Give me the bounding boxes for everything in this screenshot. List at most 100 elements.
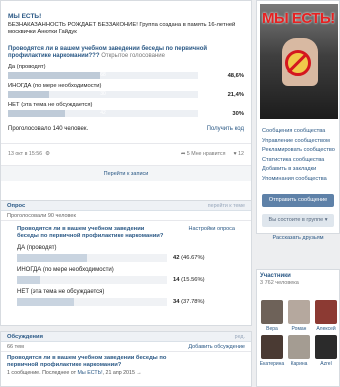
discussion-meta-prefix: 1 сообщение. Последнее от bbox=[7, 370, 77, 376]
community-photo-text: МЫ ЕСТЬ! bbox=[262, 10, 335, 27]
poll-question[interactable]: Проводятся ли в вашем учебном заведении … bbox=[17, 226, 167, 240]
poll-option-count: 14 bbox=[173, 277, 180, 283]
link-community-stats[interactable]: Статистика сообщества bbox=[262, 156, 336, 166]
post-description: БЕЗНАКАЗАННОСТЬ РОЖДАЕТ БЕЗЗАКОНИЕ! Груп… bbox=[8, 22, 236, 35]
member-name: Алексей bbox=[316, 326, 336, 332]
link-community-messages[interactable]: Сообщения сообщества bbox=[262, 127, 336, 137]
poll-option-pct: (37.78%) bbox=[181, 299, 205, 305]
tell-friends-link[interactable]: Рассказать друзьям bbox=[260, 235, 336, 241]
heart-icon: ♥ bbox=[233, 151, 237, 157]
avatar bbox=[288, 300, 310, 324]
goto-topic-link[interactable]: перейти к теме bbox=[208, 203, 245, 209]
link-manage-community[interactable]: Управление сообществом bbox=[262, 137, 336, 147]
members-title[interactable]: Участники bbox=[260, 273, 336, 279]
like-button[interactable]: ♥ 12 bbox=[233, 151, 244, 157]
link-community-mentions[interactable]: Упоминания сообщества bbox=[262, 175, 336, 185]
avatar bbox=[315, 335, 337, 359]
avatar bbox=[261, 335, 283, 359]
poll-card-title[interactable]: Опрос bbox=[7, 203, 25, 209]
discussion-topic-title[interactable]: Проводятся ли в вашем учебном заведении … bbox=[1, 352, 181, 369]
post-author[interactable]: МЫ ЕСТЬ! bbox=[8, 13, 244, 20]
sidebar: МЫ ЕСТЬ! Сообщения сообщества Управление… bbox=[256, 0, 340, 387]
discussions-subheader: 66 тем Добавить обсуждение bbox=[1, 342, 251, 352]
poll-option-pct: (46.67%) bbox=[181, 255, 205, 261]
poll-bar-fill bbox=[17, 254, 87, 262]
community-actions-list: Сообщения сообщества Управление сообщест… bbox=[260, 127, 336, 185]
add-discussion-link[interactable]: Добавить обсуждение bbox=[188, 344, 245, 350]
post-date[interactable]: 13 окт в 15:56 bbox=[8, 151, 42, 157]
poll-settings-link[interactable]: Настройки опроса bbox=[189, 226, 235, 240]
goto-records-button[interactable]: Перейти к записи bbox=[1, 165, 251, 181]
member-item[interactable]: Azrel bbox=[314, 335, 338, 367]
members-grid: Вера Роман Алексей Екатерина Карина Azre… bbox=[260, 300, 338, 367]
poll-option-label: ИНОГДА (по мере необходимости) bbox=[17, 267, 114, 273]
link-add-bookmark[interactable]: Добавить в закладки bbox=[262, 165, 336, 175]
member-item[interactable]: Алексей bbox=[314, 300, 338, 332]
member-name: Карина bbox=[290, 361, 308, 367]
discussions-title[interactable]: Обсуждения bbox=[7, 334, 43, 340]
discussion-last-date: , 21 апр 2015 bbox=[102, 370, 135, 376]
wall-post-card: МЫ ЕСТЬ! БЕЗНАКАЗАННОСТЬ РОЖДАЕТ БЕЗЗАКО… bbox=[0, 0, 252, 208]
post-poll-bar-count: 42 bbox=[100, 110, 106, 116]
post-poll-option-label: ИНОГДА (по мере необходимости) bbox=[8, 83, 102, 89]
link-advertise-community[interactable]: Рекламировать сообщество bbox=[262, 146, 336, 156]
membership-label: Вы состоите в группе bbox=[268, 216, 324, 223]
discussions-edit-link[interactable]: ред. bbox=[235, 334, 245, 340]
chevron-down-icon: ▾ bbox=[324, 216, 328, 223]
post-poll-pct: 48,6% bbox=[227, 72, 244, 79]
post-poll-option[interactable]: ИНОГДА (по мере необходимости) 30 21,4% bbox=[8, 83, 244, 98]
poll-option-value: 34 (37.78%) bbox=[173, 299, 205, 305]
send-message-button[interactable]: Отправить сообщение bbox=[262, 193, 334, 207]
membership-dropdown[interactable]: Вы состоите в группе ▾ bbox=[262, 213, 334, 227]
discussions-count: 66 тем bbox=[7, 343, 24, 350]
like-label: Мне нравится bbox=[191, 151, 226, 157]
post-menu-icon[interactable]: ⚙ bbox=[45, 151, 50, 157]
poll-option-value: 42 (46.67%) bbox=[173, 255, 205, 261]
poll-option-count: 34 bbox=[173, 299, 180, 305]
member-item[interactable]: Екатерина bbox=[260, 335, 284, 367]
post-poll-option[interactable]: НЕТ (эта тема не обсуждается) 42 30% bbox=[8, 102, 244, 117]
poll-option[interactable]: ДА (проводят) 42 (46.67%) bbox=[17, 245, 235, 262]
member-item[interactable]: Вера bbox=[260, 300, 284, 332]
post-poll-option-label: НЕТ (эта тема не обсуждается) bbox=[8, 102, 93, 108]
poll-card: Опрос перейти к теме Проголосовали 90 че… bbox=[0, 200, 252, 326]
post-poll-header: Проводятся ли в вашем учебном заведении … bbox=[8, 46, 244, 60]
post-poll-option-label: Да (проводят) bbox=[8, 64, 46, 70]
avatar bbox=[261, 300, 283, 324]
discussion-topic-meta: 1 сообщение. Последнее от Мы ЕСТЬ!, 21 а… bbox=[1, 369, 251, 377]
share-button[interactable]: ➦ 5 Мне нравится bbox=[181, 151, 226, 157]
post-poll-options: Да (проводят) 68 48,6% ИНОГДА (по мере н… bbox=[8, 64, 244, 117]
member-name: Роман bbox=[291, 326, 307, 332]
avatar bbox=[315, 300, 337, 324]
post-poll-voted: Проголосовало 140 человек. bbox=[8, 126, 89, 132]
discussions-card: Обсуждения ред. 66 тем Добавить обсужден… bbox=[0, 331, 252, 387]
poll-option-value: 14 (15.56%) bbox=[173, 277, 205, 283]
community-photo[interactable]: МЫ ЕСТЬ! bbox=[260, 4, 338, 119]
share-count: 5 bbox=[186, 151, 190, 157]
get-code-link[interactable]: Получить код bbox=[207, 126, 244, 132]
member-item[interactable]: Карина bbox=[287, 335, 311, 367]
poll-option-label: ДА (проводят) bbox=[17, 245, 57, 251]
poll-option-pct: (15.56%) bbox=[181, 277, 205, 283]
post-poll-bar: 42 bbox=[8, 110, 198, 117]
poll-question-row: Проводятся ли в вашем учебном заведении … bbox=[17, 226, 235, 240]
share-icon: ➦ bbox=[180, 151, 186, 157]
poll-bar bbox=[17, 276, 167, 284]
discussion-last-author[interactable]: Мы ЕСТЬ! bbox=[78, 370, 103, 376]
member-name: Вера bbox=[266, 326, 278, 332]
poll-voted-count: Проголосовали 90 человек bbox=[7, 212, 76, 219]
arrow-right-icon[interactable]: → bbox=[136, 370, 141, 376]
post-poll-bar-count: 68 bbox=[100, 72, 106, 78]
member-name: Azrel bbox=[320, 361, 332, 367]
poll-option[interactable]: ИНОГДА (по мере необходимости) 14 (15.56… bbox=[17, 267, 235, 284]
like-count: 12 bbox=[238, 151, 244, 157]
community-info-card: МЫ ЕСТЬ! Сообщения сообщества Управление… bbox=[256, 0, 340, 241]
post-meta: 13 окт в 15:56 ⚙ ➦ 5 Мне нравится ♥ 12 bbox=[8, 151, 244, 157]
post-poll-bar: 30 bbox=[8, 91, 198, 98]
poll-bar bbox=[17, 254, 167, 262]
poll-option[interactable]: НЕТ (эта тема не обсуждается) 34 (37.78%… bbox=[17, 289, 235, 306]
member-item[interactable]: Роман bbox=[287, 300, 311, 332]
post-poll-bar-count: 30 bbox=[100, 91, 106, 97]
members-count: 3 762 человека bbox=[260, 280, 299, 286]
post-poll-option[interactable]: Да (проводят) 68 48,6% bbox=[8, 64, 244, 79]
